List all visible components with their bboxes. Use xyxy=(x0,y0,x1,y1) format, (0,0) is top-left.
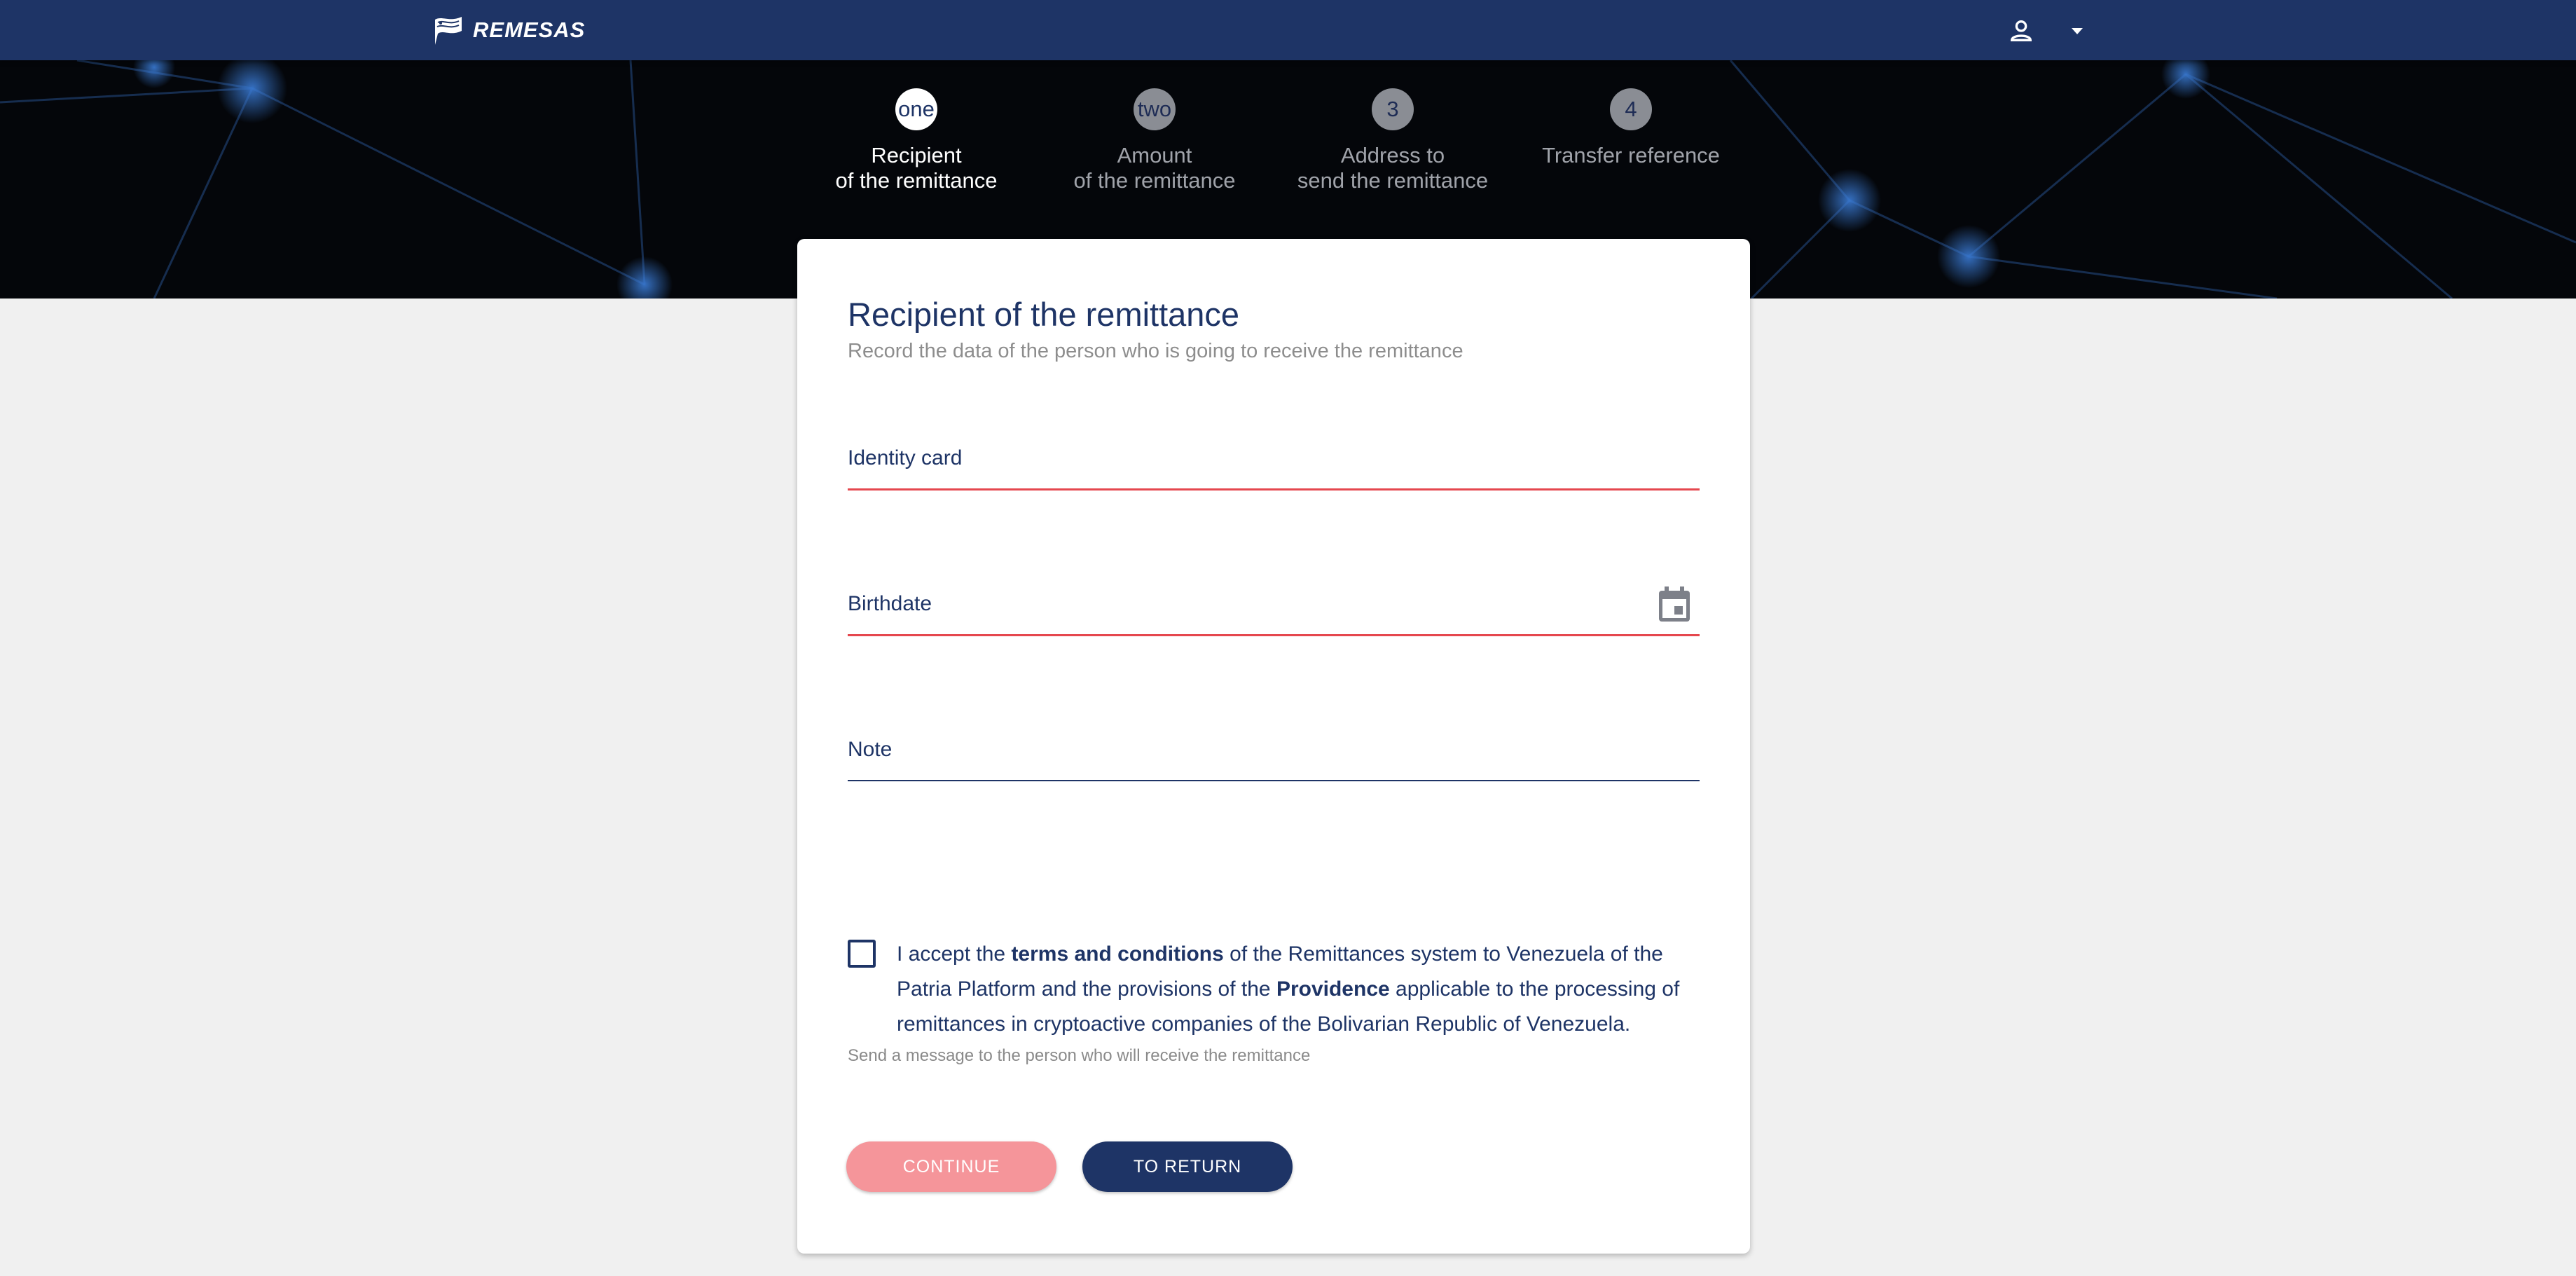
account-dropdown-button[interactable] xyxy=(2060,10,2095,52)
step-badge: 4 xyxy=(1610,88,1652,130)
note-label: Note xyxy=(848,738,893,761)
caret-down-icon xyxy=(2072,28,2083,34)
page-subtitle: Record the data of the person who is goi… xyxy=(848,340,1463,362)
birthdate-field[interactable]: Birthdate xyxy=(848,586,1700,641)
step-address[interactable]: 3 Address to send the remittance xyxy=(1274,88,1512,193)
flag-logo-icon xyxy=(435,17,462,45)
terms-text: I accept the terms and conditions of the… xyxy=(897,942,1680,1036)
identity-card-field[interactable]: Identity card xyxy=(848,446,1700,495)
step-badge: 3 xyxy=(1372,88,1414,130)
step-recipient[interactable]: one Recipient of the remittance xyxy=(797,88,1035,193)
step-label: Amount of the remittance xyxy=(1073,143,1236,193)
continue-button[interactable]: CONTINUE xyxy=(846,1141,1056,1192)
user-icon xyxy=(2010,20,2032,41)
calendar-icon xyxy=(1659,586,1690,622)
step-transfer-reference[interactable]: 4 Transfer reference xyxy=(1512,88,1750,168)
progress-stepper: one Recipient of the remittance two Amoun… xyxy=(0,60,2576,221)
page-title: Recipient of the remittance xyxy=(848,296,1240,333)
birthdate-underline xyxy=(848,634,1700,636)
app-logo[interactable]: REMESAS xyxy=(431,8,585,52)
calendar-button[interactable] xyxy=(1658,586,1691,626)
app-name: REMESAS xyxy=(473,18,586,42)
step-label: Recipient of the remittance xyxy=(835,143,998,193)
note-underline xyxy=(848,780,1700,781)
providence-link[interactable]: Providence xyxy=(1276,977,1390,1001)
user-menu-button[interactable] xyxy=(2000,10,2042,52)
top-bar: REMESAS xyxy=(0,0,2576,60)
recipient-form-card: Recipient of the remittance Record the d… xyxy=(797,239,1750,1254)
step-amount[interactable]: two Amount of the remittance xyxy=(1035,88,1274,193)
step-label: Transfer reference xyxy=(1542,143,1720,167)
step-badge: two xyxy=(1134,88,1176,130)
identity-card-underline xyxy=(848,488,1700,490)
step-badge: one xyxy=(895,88,937,130)
note-hint: Send a message to the person who will re… xyxy=(848,1046,1311,1065)
note-field[interactable]: Note xyxy=(848,738,1700,787)
terms-and-conditions-link[interactable]: terms and conditions xyxy=(1011,942,1223,966)
birthdate-label: Birthdate xyxy=(848,592,932,615)
identity-card-label: Identity card xyxy=(848,446,963,469)
terms-checkbox[interactable] xyxy=(848,940,876,968)
return-button[interactable]: TO RETURN xyxy=(1082,1141,1293,1192)
step-label: Address to send the remittance xyxy=(1297,143,1489,193)
